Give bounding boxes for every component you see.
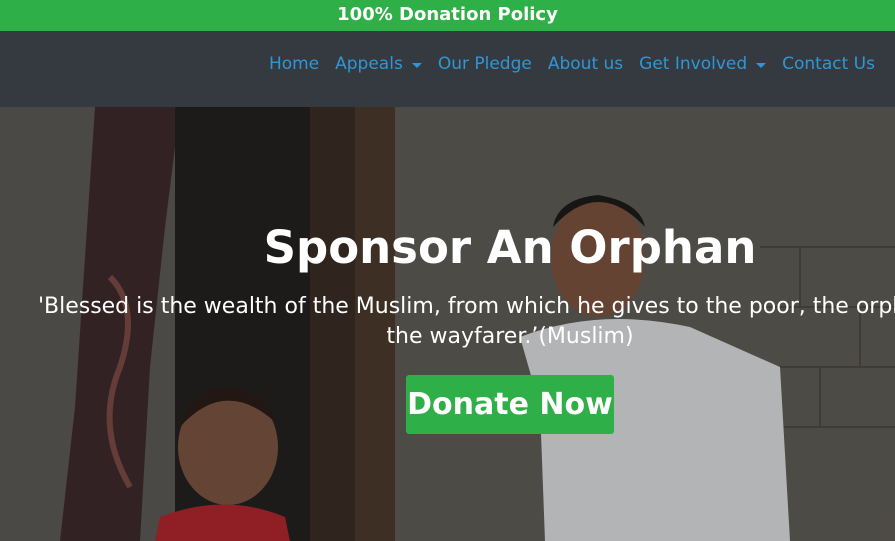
nav-link-our-pledge[interactable]: Our Pledge: [438, 54, 532, 74]
navbar: Home Appeals Our Pledge About us Get Inv…: [0, 31, 895, 107]
nav-dropdown-get-involved[interactable]: Get Involved: [639, 54, 767, 74]
donate-now-button[interactable]: Donate Now: [406, 375, 614, 434]
nav-link-about-us[interactable]: About us: [548, 54, 623, 74]
hero-quote: 'Blessed is the wealth of the Muslim, fr…: [0, 292, 895, 352]
caret-down-icon: [411, 62, 422, 68]
donation-policy-text: 100% Donation Policy: [337, 4, 558, 25]
hero-title: Sponsor An Orphan: [263, 221, 757, 274]
nav-link-home[interactable]: Home: [269, 54, 319, 74]
nav-link-contact-us[interactable]: Contact Us: [782, 54, 875, 74]
hero-quote-line-2: the wayfarer.’(Muslim): [386, 324, 634, 349]
main-nav: Home Appeals Our Pledge About us Get Inv…: [253, 54, 875, 74]
nav-dropdown-appeals[interactable]: Appeals: [335, 54, 422, 74]
donation-policy-banner: 100% Donation Policy: [0, 0, 895, 31]
caret-down-icon: [756, 62, 767, 68]
hero-banner: Sponsor An Orphan 'Blessed is the wealth…: [0, 107, 895, 541]
hero-quote-line-1: 'Blessed is the wealth of the Muslim, fr…: [37, 294, 895, 319]
